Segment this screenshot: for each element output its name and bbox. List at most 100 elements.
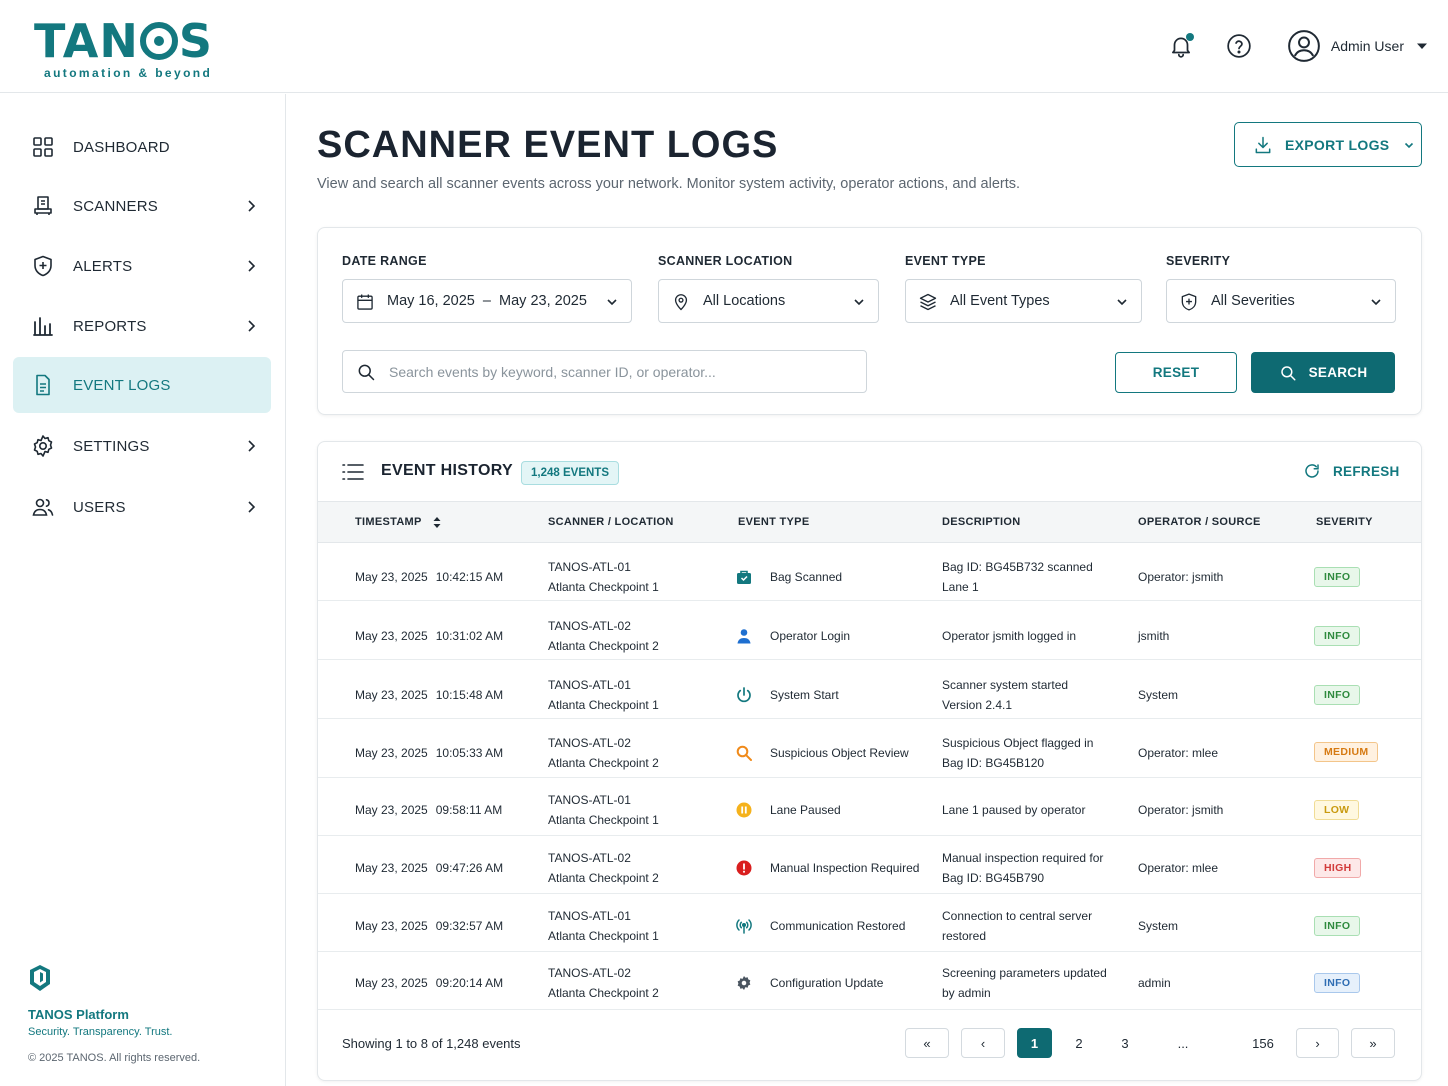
- page-ellipsis: ...: [1177, 1035, 1189, 1051]
- document-icon: [36, 374, 50, 396]
- severity-badge: MEDIUM: [1314, 742, 1379, 762]
- chevron-down-icon: [1405, 142, 1414, 148]
- sidebar-item-dashboard[interactable]: DASHBOARD: [13, 119, 271, 175]
- event-history-header: EVENT HISTORY 1,248 EVENTS REFRESH: [318, 442, 1421, 502]
- page-2-button[interactable]: 2: [1062, 1028, 1096, 1058]
- severity-badge: INFO: [1314, 626, 1361, 646]
- chevron-right-icon: [248, 260, 256, 272]
- table-row[interactable]: May 23, 2025 09:58:11 AM TANOS-ATL-01 Atla…: [318, 778, 1421, 836]
- bag-icon: [737, 570, 751, 584]
- sidebar-item-settings[interactable]: SETTINGS: [13, 418, 271, 474]
- description-cell: Screening parameters updated by admin: [942, 966, 1107, 1000]
- event-type-cell: Operator Login: [736, 626, 850, 646]
- event-type-select[interactable]: All Event Types: [905, 279, 1142, 323]
- help-button[interactable]: [1221, 28, 1257, 64]
- main-content: SCANNER EVENT LOGS View and search all s…: [287, 94, 1448, 1086]
- severity-select[interactable]: All Severities: [1166, 279, 1396, 323]
- event-type-cell: Suspicious Object Review: [736, 743, 909, 763]
- shield-logo-icon: [30, 965, 50, 991]
- event-search-input[interactable]: [389, 351, 859, 392]
- event-type-cell: Lane Paused: [736, 800, 841, 820]
- chevron-down-icon: [1117, 299, 1127, 306]
- sidebar-item-label: USERS: [73, 498, 126, 516]
- column-timestamp[interactable]: TIMESTAMP: [355, 516, 441, 528]
- sidebar-item-label: REPORTS: [73, 317, 147, 335]
- scanner-location-label: SCANNER LOCATION: [658, 254, 793, 268]
- showing-count: Showing 1 to 8 of 1,248 events: [342, 1036, 521, 1051]
- operator-cell: Operator: jsmith: [1138, 803, 1224, 817]
- platform-name: TANOS Platform: [28, 1007, 129, 1022]
- page-1-button[interactable]: 1: [1017, 1028, 1052, 1058]
- shield-plus-icon: [34, 255, 52, 277]
- table-row[interactable]: May 23, 2025 10:42:15 AM TANOS-ATL-01 Atla…: [318, 543, 1421, 601]
- table-row[interactable]: May 23, 2025 09:32:57 AM TANOS-ATL-01 Atla…: [318, 894, 1421, 952]
- event-search-field[interactable]: [342, 350, 867, 393]
- table-footer: Showing 1 to 8 of 1,248 events « ‹ 1 2 3…: [318, 1012, 1421, 1080]
- sidebar-item-scanners[interactable]: SCANNERS: [13, 178, 271, 234]
- event-type-cell: Communication Restored: [736, 916, 905, 936]
- refresh-label: REFRESH: [1333, 463, 1400, 479]
- search-button[interactable]: SEARCH: [1251, 352, 1395, 393]
- users-icon: [32, 498, 54, 516]
- page-last-button[interactable]: »: [1351, 1028, 1395, 1058]
- download-icon: [1255, 136, 1271, 153]
- sidebar-item-label: SETTINGS: [73, 437, 150, 455]
- platform-tagline: Security. Transparency. Trust.: [28, 1026, 173, 1038]
- pause-icon: [736, 802, 752, 818]
- sidebar-footer: TANOS Platform Security. Transparency. T…: [28, 964, 200, 1064]
- scanner-location-cell: TANOS-ATL-02 Atlanta Checkpoint 2: [548, 736, 659, 770]
- sidebar-item-event-logs[interactable]: EVENT LOGS: [13, 357, 271, 413]
- notifications-button[interactable]: [1163, 28, 1199, 64]
- scanner-location-cell: TANOS-ATL-02 Atlanta Checkpoint 2: [548, 619, 659, 653]
- filter-panel: DATE RANGE May 16, 2025 – May 23, 2025 S…: [317, 227, 1422, 415]
- tanos-logo[interactable]: TAN S automation & beyond: [34, 18, 213, 80]
- export-logs-button[interactable]: EXPORT LOGS: [1234, 122, 1422, 167]
- chevron-down-icon: [854, 299, 864, 306]
- event-type-value: All Event Types: [950, 293, 1050, 309]
- timestamp-cell: May 23, 2025 09:47:26 AM: [355, 861, 504, 875]
- page-prev-button[interactable]: ‹: [961, 1028, 1005, 1058]
- calendar-icon: [357, 294, 373, 310]
- severity-label: SEVERITY: [1166, 254, 1231, 268]
- sidebar-item-alerts[interactable]: ALERTS: [13, 238, 271, 294]
- sidebar-item-label: EVENT LOGS: [73, 376, 171, 394]
- date-range-picker[interactable]: May 16, 2025 – May 23, 2025: [342, 279, 632, 323]
- page-title: SCANNER EVENT LOGS: [317, 124, 779, 166]
- list-icon: [342, 464, 364, 480]
- logo-tagline: automation & beyond: [44, 66, 213, 80]
- caret-down-icon: [1417, 43, 1427, 49]
- chevron-right-icon: [248, 200, 256, 212]
- sidebar-item-users[interactable]: USERS: [13, 479, 271, 535]
- table-row[interactable]: May 23, 2025 10:15:48 AM TANOS-ATL-01 Atla…: [318, 661, 1421, 719]
- operator-cell: Operator: jsmith: [1138, 570, 1224, 584]
- user-icon: [737, 629, 751, 644]
- severity-badge: INFO: [1314, 685, 1361, 705]
- table-row[interactable]: May 23, 2025 09:47:26 AM TANOS-ATL-02 Atla…: [318, 836, 1421, 894]
- user-menu[interactable]: Admin User: [1287, 29, 1428, 63]
- refresh-icon: [1305, 464, 1319, 478]
- page-156-button[interactable]: 156: [1243, 1028, 1283, 1058]
- scanner-location-select[interactable]: All Locations: [658, 279, 879, 323]
- top-bar: TAN S automation & beyond Admin User: [0, 0, 1448, 93]
- reset-button[interactable]: RESET: [1115, 352, 1237, 393]
- event-type-label: EVENT TYPE: [905, 254, 986, 268]
- scanner-location-cell: TANOS-ATL-01 Atlanta Checkpoint 1: [548, 678, 659, 712]
- event-count-badge: 1,248 EVENTS: [521, 461, 619, 485]
- description-cell: Scanner system started Version 2.4.1: [942, 678, 1069, 712]
- page-3-button[interactable]: 3: [1108, 1028, 1142, 1058]
- description-cell: Bag ID: BG45B732 scanned Lane 1: [942, 560, 1093, 594]
- table-row[interactable]: May 23, 2025 09:20:14 AM TANOS-ATL-02 Atla…: [318, 952, 1421, 1010]
- page-next-button[interactable]: ›: [1296, 1028, 1339, 1058]
- timestamp-cell: May 23, 2025 10:31:02 AM: [355, 629, 504, 643]
- refresh-button[interactable]: REFRESH: [1303, 462, 1400, 480]
- sidebar-item-reports[interactable]: REPORTS: [13, 298, 271, 354]
- table-row[interactable]: May 23, 2025 10:31:02 AM TANOS-ATL-02 Atla…: [318, 602, 1421, 660]
- chevron-down-icon: [607, 299, 617, 306]
- page-first-button[interactable]: «: [905, 1028, 949, 1058]
- operator-cell: Operator: mlee: [1138, 861, 1219, 875]
- timestamp-cell: May 23, 2025 09:32:57 AM: [355, 919, 504, 933]
- timestamp-cell: May 23, 2025 09:20:14 AM: [355, 976, 504, 990]
- table-row[interactable]: May 23, 2025 10:05:33 AM TANOS-ATL-02 Atla…: [318, 720, 1421, 778]
- bar-chart-icon: [33, 317, 53, 336]
- timestamp-cell: May 23, 2025 10:15:48 AM: [355, 688, 504, 702]
